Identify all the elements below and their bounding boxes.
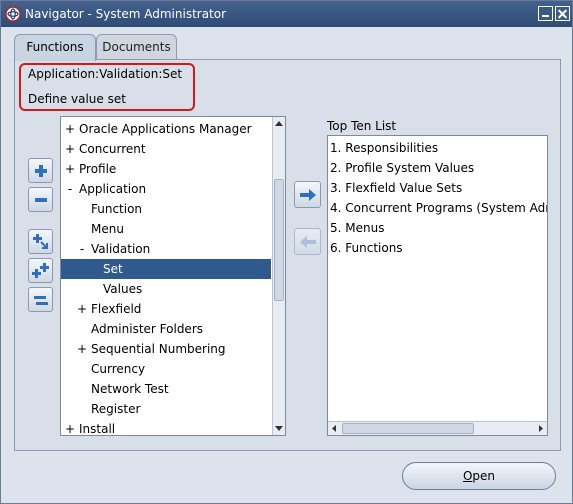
expand-branch-button[interactable] xyxy=(28,229,53,254)
tree-expand-icon[interactable]: + xyxy=(76,339,88,359)
top-ten-item[interactable]: 5. Menus xyxy=(330,218,384,238)
top-ten-item[interactable]: 2. Profile System Values xyxy=(330,158,474,178)
prompt-path: Application:Validation:Set xyxy=(28,67,183,81)
tree-item-label: Menu xyxy=(91,222,124,236)
top-ten-item[interactable]: 3. Flexfield Value Sets xyxy=(330,178,462,198)
tree-item-label: Function xyxy=(91,202,143,216)
tree-item[interactable]: Register xyxy=(61,399,271,419)
scroll-left-icon[interactable] xyxy=(329,423,340,434)
tree-item[interactable]: + Oracle Applications Manager xyxy=(61,119,271,139)
collapse-all-icon xyxy=(34,296,48,305)
open-button-label: pen xyxy=(472,469,496,483)
tree-scrollbar[interactable] xyxy=(272,117,285,435)
prompt-description: Define value set xyxy=(28,92,126,106)
tree-item-label: Oracle Applications Manager xyxy=(79,122,252,136)
top-ten-list[interactable]: 1. Responsibilities 2. Profile System Val… xyxy=(327,135,548,436)
remove-from-top-ten-button[interactable] xyxy=(294,228,321,255)
tree-item-label: Set xyxy=(103,262,123,276)
tree-item[interactable]: - Application xyxy=(61,179,271,199)
tree-item[interactable]: + Flexfield xyxy=(61,299,271,319)
tree-item[interactable]: Network Test xyxy=(61,379,271,399)
tree-item[interactable]: Values xyxy=(61,279,271,299)
expand-branch-icon xyxy=(33,234,48,249)
top-ten-item[interactable]: 4. Concurrent Programs (System Adn xyxy=(330,198,547,218)
tree-item-label: Install xyxy=(79,422,116,436)
top-ten-scrollbar[interactable] xyxy=(328,421,547,435)
add-to-top-ten-button[interactable] xyxy=(294,181,321,208)
tree-expand-icon[interactable]: + xyxy=(64,419,76,435)
tree-expand-icon[interactable]: + xyxy=(76,299,88,319)
tree-item-label: Currency xyxy=(91,362,146,376)
top-ten-item[interactable]: 1. Responsibilities xyxy=(330,138,438,158)
collapse-icon xyxy=(35,198,47,202)
navigator-window: Navigator - System Administrator Functio… xyxy=(0,0,573,504)
function-tree[interactable]: + Oracle Applications Manager + Concurrent +… xyxy=(60,116,286,436)
collapse-button[interactable] xyxy=(28,187,53,212)
tree-item-label: Values xyxy=(103,282,143,296)
tree-item-label: Register xyxy=(91,402,141,416)
tab-documents[interactable]: Documents xyxy=(96,34,177,60)
tree-item[interactable]: + Concurrent xyxy=(61,139,271,159)
expand-all-button[interactable] xyxy=(28,258,53,283)
tree-item-label: Administer Folders xyxy=(91,322,204,336)
close-icon[interactable] xyxy=(555,6,570,21)
scroll-up-icon[interactable] xyxy=(273,117,285,131)
tree-item-label: Profile xyxy=(79,162,117,176)
tree-item-label: Flexfield xyxy=(91,302,142,316)
top-ten-scroll-thumb[interactable] xyxy=(342,423,474,434)
top-ten-item[interactable]: 6. Functions xyxy=(330,238,403,258)
tree-item[interactable]: Administer Folders xyxy=(61,319,271,339)
tree-expand-icon[interactable]: + xyxy=(64,119,76,139)
open-button-mnemonic: O xyxy=(462,469,473,483)
tree-expand-icon[interactable]: + xyxy=(64,139,76,159)
open-button[interactable]: Open xyxy=(402,462,556,490)
window-title: Navigator - System Administrator xyxy=(25,7,227,21)
arrow-left-icon xyxy=(300,236,316,248)
tree-item-label: Validation xyxy=(91,242,151,256)
tree-item[interactable]: - Validation xyxy=(61,239,271,259)
minimize-icon[interactable] xyxy=(538,6,553,21)
tree-item[interactable]: + Install xyxy=(61,419,271,436)
arrow-right-icon xyxy=(300,189,316,201)
oracle-apps-icon xyxy=(5,6,21,22)
tree-collapse-icon[interactable]: - xyxy=(76,239,88,259)
tree-scroll-thumb[interactable] xyxy=(274,179,284,301)
tree-item[interactable]: Set xyxy=(61,259,271,279)
tree-item[interactable]: Currency xyxy=(61,359,271,379)
tree-item-label: Network Test xyxy=(91,382,169,396)
scroll-right-icon[interactable] xyxy=(535,423,546,434)
scroll-down-icon[interactable] xyxy=(273,421,285,435)
title-bar[interactable]: Navigator - System Administrator xyxy=(1,1,572,27)
expand-icon xyxy=(35,165,47,177)
expand-button[interactable] xyxy=(28,158,53,183)
expand-all-icon xyxy=(32,263,49,278)
collapse-all-button[interactable] xyxy=(28,287,53,312)
tree-item[interactable]: Menu xyxy=(61,219,271,239)
tree-item[interactable]: Function xyxy=(61,199,271,219)
tree-item[interactable]: + Sequential Numbering xyxy=(61,339,271,359)
tree-item[interactable]: + Profile xyxy=(61,159,271,179)
tree-item-label: Concurrent xyxy=(79,142,146,156)
top-ten-label: Top Ten List xyxy=(327,119,397,133)
tree-collapse-icon[interactable]: - xyxy=(64,179,76,199)
tree-item-label: Application xyxy=(79,182,147,196)
tree-expand-icon[interactable]: + xyxy=(64,159,76,179)
tab-functions[interactable]: Functions xyxy=(14,34,96,61)
tree-item-label: Sequential Numbering xyxy=(91,342,226,356)
